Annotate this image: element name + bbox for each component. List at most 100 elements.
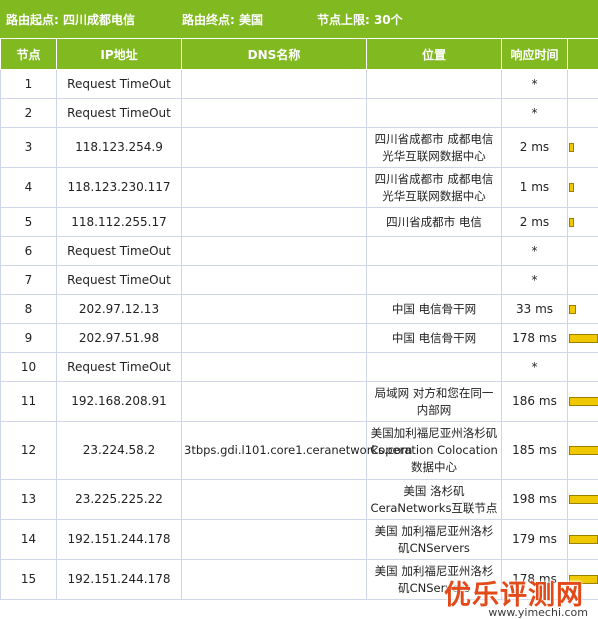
hop-cell: 4: [1, 168, 57, 208]
ip-cell: 192.168.208.91: [57, 382, 182, 422]
latency-bar: [569, 334, 598, 343]
table-row: 11192.168.208.91局域网 对方和您在同一内部网186 ms: [1, 382, 598, 422]
location-cell: 美国 洛杉矶CeraNetworks互联节点: [367, 480, 502, 520]
latency-bar-cell: [568, 324, 598, 353]
location-cell: [367, 70, 502, 99]
dns-cell: [182, 520, 367, 560]
latency-bar-cell: [568, 168, 598, 208]
dns-cell: [182, 353, 367, 382]
location-cell: [367, 353, 502, 382]
route-start: 路由起点: 四川成都电信: [6, 11, 135, 28]
ip-cell: 192.151.244.178: [57, 520, 182, 560]
hop-cell: 5: [1, 208, 57, 237]
table-row: 9202.97.51.98中国 电信骨干网178 ms: [1, 324, 598, 353]
table-row: 7Request TimeOut *: [1, 266, 598, 295]
time-cell: 2 ms: [502, 208, 568, 237]
location-cell: [367, 266, 502, 295]
hop-cell: 10: [1, 353, 57, 382]
hop-cell: 7: [1, 266, 57, 295]
dns-cell: [182, 295, 367, 324]
hop-cell: 13: [1, 480, 57, 520]
time-cell: *: [502, 99, 568, 128]
latency-bar-cell: [568, 353, 598, 382]
ip-cell: Request TimeOut: [57, 266, 182, 295]
location-cell: [367, 99, 502, 128]
latency-bar-cell: [568, 480, 598, 520]
location-cell: 四川省成都市 成都电信光华互联网数据中心: [367, 128, 502, 168]
time-cell: *: [502, 266, 568, 295]
latency-bar-cell: [568, 70, 598, 99]
ip-cell: 23.225.225.22: [57, 480, 182, 520]
ip-cell: 202.97.12.13: [57, 295, 182, 324]
latency-bar: [569, 183, 574, 192]
latency-bar: [569, 305, 576, 314]
dns-cell: [182, 168, 367, 208]
time-cell: *: [502, 237, 568, 266]
ip-cell: 118.112.255.17: [57, 208, 182, 237]
col-location: 位置: [367, 39, 502, 70]
ip-cell: Request TimeOut: [57, 353, 182, 382]
route-end: 路由终点: 美国: [182, 11, 263, 28]
latency-bar-cell: [568, 128, 598, 168]
table-row: 1223.224.58.23tbps.gdi.l101.core1.cerane…: [1, 422, 598, 480]
time-cell: 186 ms: [502, 382, 568, 422]
dns-cell: [182, 382, 367, 422]
location-cell: 美国加利福尼亚州洛杉矶 Coperation Colocation数据中心: [367, 422, 502, 480]
time-cell: 2 ms: [502, 128, 568, 168]
dns-cell: [182, 324, 367, 353]
node-limit: 节点上限: 30个: [317, 11, 403, 28]
latency-bar: [569, 397, 598, 406]
location-cell: 美国 加利福尼亚州洛杉矶CNServers: [367, 520, 502, 560]
latency-bar: [569, 535, 598, 544]
route-summary-bar: 路由起点: 四川成都电信 路由终点: 美国 节点上限: 30个: [0, 0, 598, 38]
latency-bar-cell: [568, 422, 598, 480]
dns-cell: [182, 99, 367, 128]
hop-cell: 3: [1, 128, 57, 168]
dns-cell: [182, 560, 367, 600]
ip-cell: Request TimeOut: [57, 70, 182, 99]
table-row: 3118.123.254.9 四川省成都市 成都电信光华互联网数据中心2 ms: [1, 128, 598, 168]
dns-cell: [182, 208, 367, 237]
dns-cell: 3tbps.gdi.l101.core1.ceranetworks.com: [182, 422, 367, 480]
table-row: 1Request TimeOut *: [1, 70, 598, 99]
table-row: 6Request TimeOut*: [1, 237, 598, 266]
traceroute-table: 节点 IP地址 DNS名称 位置 响应时间 1Request TimeOut*2…: [0, 38, 598, 600]
time-cell: *: [502, 70, 568, 99]
ip-cell: 118.123.230.117: [57, 168, 182, 208]
table-row: 14192.151.244.178美国 加利福尼亚州洛杉矶CNServers17…: [1, 520, 598, 560]
location-cell: 四川省成都市 成都电信光华互联网数据中心: [367, 168, 502, 208]
hop-cell: 15: [1, 560, 57, 600]
latency-bar: [569, 143, 574, 152]
time-cell: 178 ms: [502, 324, 568, 353]
latency-bar-cell: [568, 237, 598, 266]
latency-bar-cell: [568, 266, 598, 295]
time-cell: 179 ms: [502, 520, 568, 560]
table-row: 4118.123.230.117 四川省成都市 成都电信光华互联网数据中心1 ms: [1, 168, 598, 208]
table-header-row: 节点 IP地址 DNS名称 位置 响应时间: [1, 39, 598, 70]
location-cell: 中国 电信骨干网: [367, 295, 502, 324]
col-ip: IP地址: [57, 39, 182, 70]
ip-cell: 118.123.254.9: [57, 128, 182, 168]
latency-bar-cell: [568, 208, 598, 237]
latency-bar-cell: [568, 295, 598, 324]
ip-cell: Request TimeOut: [57, 99, 182, 128]
ip-cell: Request TimeOut: [57, 237, 182, 266]
hop-cell: 11: [1, 382, 57, 422]
watermark-url: www.yimechi.com: [488, 606, 588, 619]
hop-cell: 8: [1, 295, 57, 324]
location-cell: 四川省成都市 电信: [367, 208, 502, 237]
latency-bar-cell: [568, 99, 598, 128]
latency-bar-cell: [568, 520, 598, 560]
ip-cell: 192.151.244.178: [57, 560, 182, 600]
time-cell: 1 ms: [502, 168, 568, 208]
latency-bar: [569, 495, 598, 504]
latency-bar-cell: [568, 382, 598, 422]
table-row: 5118.112.255.17 四川省成都市 电信2 ms: [1, 208, 598, 237]
hop-cell: 1: [1, 70, 57, 99]
col-response-time: 响应时间: [502, 39, 568, 70]
location-cell: 中国 电信骨干网: [367, 324, 502, 353]
dns-cell: [182, 128, 367, 168]
table-row: 1323.225.225.22美国 洛杉矶CeraNetworks互联节点198…: [1, 480, 598, 520]
dns-cell: [182, 480, 367, 520]
latency-bar: [569, 218, 574, 227]
